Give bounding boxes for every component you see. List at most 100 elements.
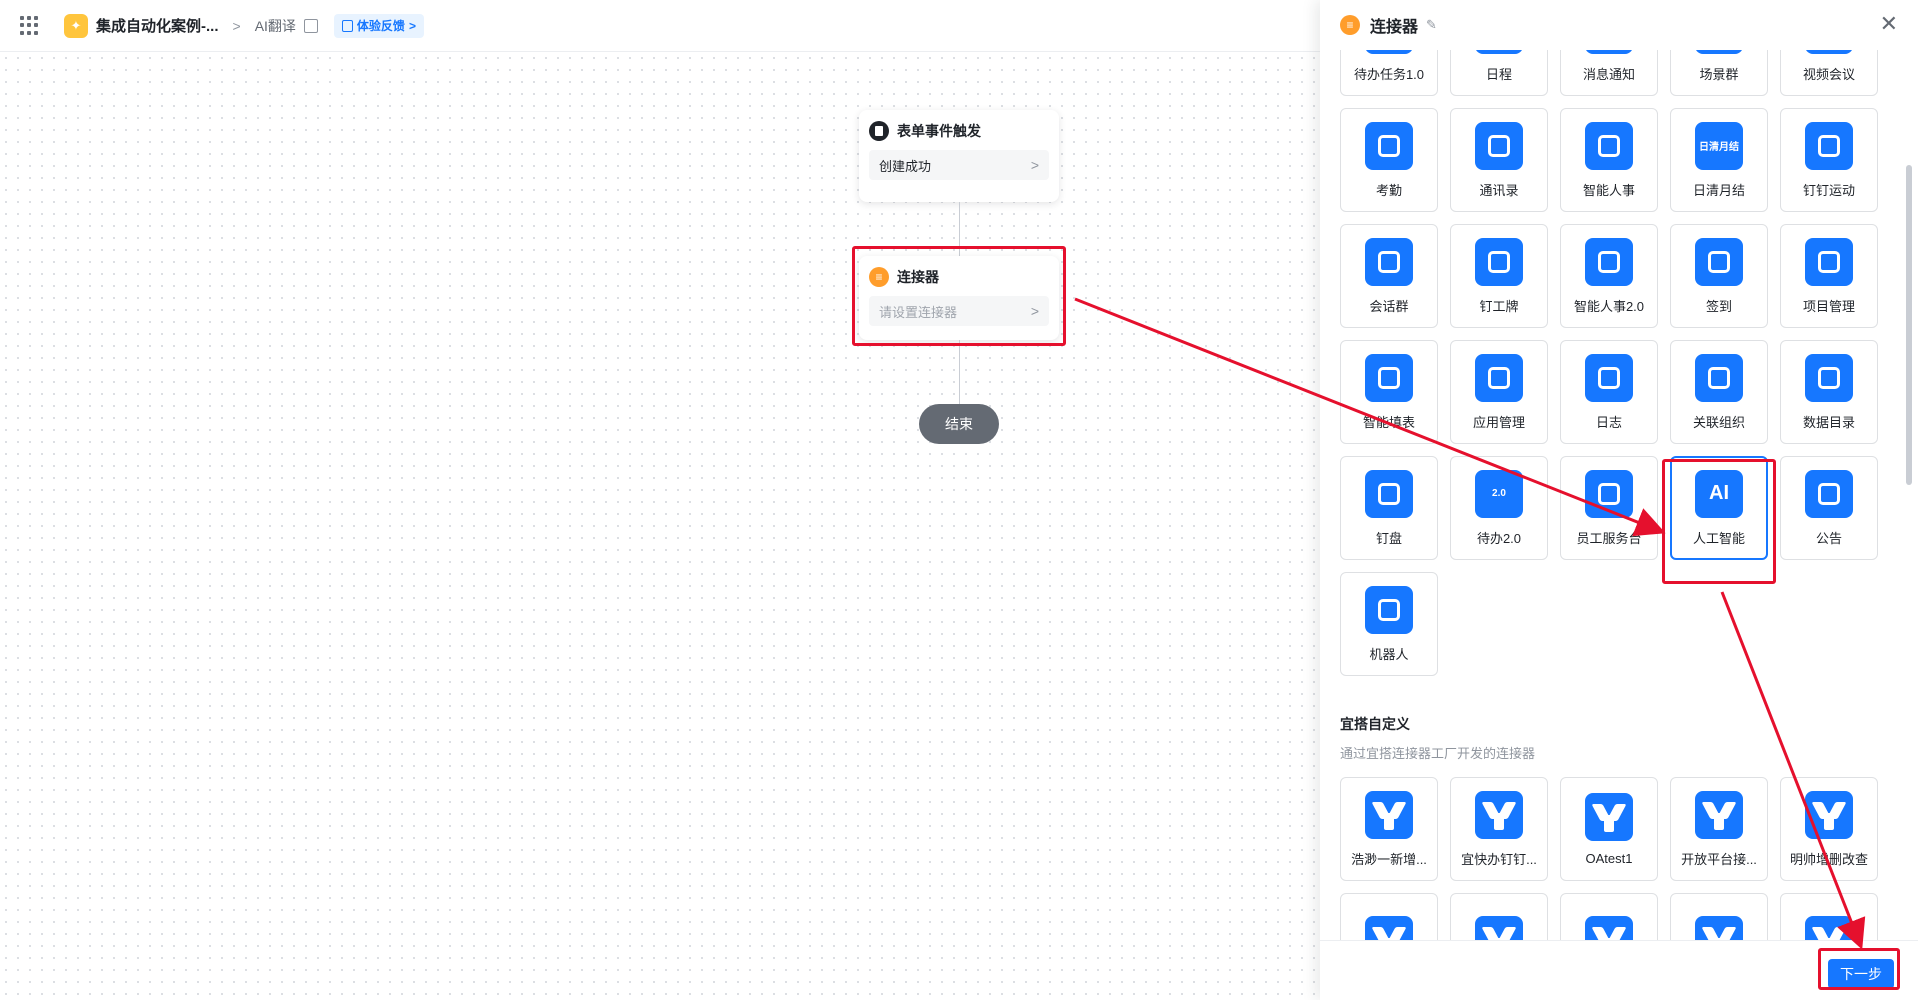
chevron-right-icon: >	[408, 18, 416, 33]
connector-tile-todo[interactable]: 待办任务1.0	[1340, 50, 1438, 96]
connector-tile-label: 待办任务1.0	[1353, 66, 1425, 82]
connector-tile-label: 签到	[1705, 298, 1732, 314]
custom-connector-tile[interactable]	[1670, 893, 1768, 940]
connector-tile-log[interactable]: 日志	[1560, 340, 1658, 444]
connector-panel: ≡ 连接器 ✎ ✕ 待办任务1.0 日程 消息通知 场景群 视频会议 考勤 通讯录 智能人事日…	[1320, 0, 1918, 1000]
connector-tile-label: 日清月结	[1692, 182, 1745, 198]
yida-logo-icon	[1585, 916, 1633, 940]
connector-tile-robot[interactable]: 机器人	[1340, 572, 1438, 676]
edit-icon[interactable]	[303, 18, 318, 33]
connector-tile-data-catalog[interactable]: 数据目录	[1780, 340, 1878, 444]
panel-scrollbar[interactable]	[1906, 165, 1912, 485]
connector-tile-label: 数据目录	[1802, 414, 1855, 430]
app-name[interactable]: 集成自动化案例-...	[96, 15, 219, 36]
connector-tile-announcement[interactable]: 公告	[1780, 456, 1878, 560]
yida-logo-icon	[1805, 790, 1853, 839]
app-grid-icon[interactable]	[20, 15, 40, 36]
custom-connector-tile[interactable]: 浩渺一新增...	[1340, 777, 1438, 881]
connector-tile-label: 日程	[1485, 66, 1512, 82]
connector-tile-attendance[interactable]: 考勤	[1340, 108, 1438, 212]
connector-tile-label: 会话群	[1369, 298, 1409, 314]
trigger-node[interactable]: 表单事件触发 创建成功 >	[859, 110, 1059, 202]
custom-connector-tile[interactable]: 宜快办钉钉...	[1450, 777, 1548, 881]
yida-logo-icon	[1695, 790, 1743, 839]
connector-tile-apps[interactable]: 应用管理	[1450, 340, 1548, 444]
connector-tile-folder[interactable]: 项目管理	[1780, 224, 1878, 328]
feedback-button[interactable]: 体验反馈 >	[333, 13, 424, 38]
badge-icon	[1475, 237, 1523, 286]
connector-node[interactable]: ≡ 连接器 请设置连接器 >	[859, 256, 1059, 340]
custom-connector-tile[interactable]: 开放平台接...	[1670, 777, 1768, 881]
yida-logo-icon	[1695, 916, 1743, 940]
connector-tile-label: 日志	[1595, 414, 1622, 430]
connector-tile-form-fill[interactable]: 智能填表	[1340, 340, 1438, 444]
connector-tile-hr2[interactable]: 智能人事2.0	[1560, 224, 1658, 328]
connector-tile-label: 待办2.0	[1476, 530, 1522, 546]
custom-section-title: 宜搭自定义	[1340, 716, 1410, 732]
panel-header: ≡ 连接器 ✎ ✕	[1320, 0, 1918, 50]
end-node[interactable]: 结束	[919, 404, 999, 444]
trigger-node-title: 表单事件触发	[897, 123, 981, 139]
attendance-icon	[1365, 121, 1413, 170]
custom-connector-tile[interactable]: OAtest1	[1560, 777, 1658, 881]
flow-canvas[interactable]: 表单事件触发 创建成功 > ≡ 连接器 请设置连接器 > 结束	[0, 52, 1320, 1000]
todo2-icon: 2.0	[1475, 469, 1523, 518]
folder-icon	[1805, 237, 1853, 286]
connector-tile-label: 钉钉运动	[1802, 182, 1855, 198]
connector-tile-contacts[interactable]: 通讯录	[1450, 108, 1548, 212]
connector-tile-ai[interactable]: AI 人工智能	[1670, 456, 1768, 560]
connector-tile-group[interactable]: 场景群	[1670, 50, 1768, 96]
connector-tile-label: 浩渺一新增...	[1351, 851, 1427, 867]
connector-tile-label: 通讯录	[1479, 182, 1519, 198]
checkin-icon	[1695, 237, 1743, 286]
app-logo-icon: ✦	[64, 13, 88, 38]
apps-icon	[1475, 353, 1523, 402]
hr2-icon	[1585, 237, 1633, 286]
custom-connector-tile[interactable]: 明帅增删改查	[1780, 777, 1878, 881]
custom-connector-tile[interactable]	[1780, 893, 1878, 940]
connector-tile-label: 宜快办钉钉...	[1461, 851, 1537, 867]
connector-tile-daily[interactable]: 日清月结 日清月结	[1670, 108, 1768, 212]
service-desk-icon	[1585, 469, 1633, 518]
connector-tile-org[interactable]: 关联组织	[1670, 340, 1768, 444]
connector-tile-service-desk[interactable]: 员工服务台	[1560, 456, 1658, 560]
connector-tile-badge[interactable]: 钉工牌	[1450, 224, 1548, 328]
custom-connector-tile[interactable]	[1340, 893, 1438, 940]
connector-tile-label: 钉工牌	[1479, 298, 1519, 314]
org-icon	[1695, 353, 1743, 402]
official-connector-grid: 待办任务1.0 日程 消息通知 场景群 视频会议考勤 通讯录 智能人事 日清月结 日清月结钉钉运…	[1340, 50, 1878, 676]
connector-tile-chat-group[interactable]: 会话群	[1340, 224, 1438, 328]
connector-tile-label: 机器人	[1369, 646, 1409, 662]
contacts-icon	[1475, 121, 1523, 170]
connector-tile-label: 智能人事	[1582, 182, 1635, 198]
connector-icon: ≡	[869, 267, 889, 287]
connector-tile-cloud-drive[interactable]: 钉盘	[1340, 456, 1438, 560]
connector-tile-video[interactable]: 视频会议	[1780, 50, 1878, 96]
video-icon	[1805, 50, 1853, 54]
trigger-node-setting[interactable]: 创建成功 >	[869, 150, 1049, 180]
connector-node-setting[interactable]: 请设置连接器 >	[869, 296, 1049, 326]
custom-connector-tile[interactable]	[1560, 893, 1658, 940]
cloud-drive-icon	[1365, 469, 1413, 518]
hr-icon	[1585, 121, 1633, 170]
yida-logo-icon	[1475, 790, 1523, 839]
connector-tile-label: 项目管理	[1802, 298, 1855, 314]
connector-tile-label: 考勤	[1375, 182, 1402, 198]
connector-tile-label: 关联组织	[1692, 414, 1745, 430]
connector-tile-label: 公告	[1815, 530, 1842, 546]
connector-tile-calendar[interactable]: 日程	[1450, 50, 1548, 96]
message-icon	[1585, 50, 1633, 54]
close-icon[interactable]: ✕	[1880, 13, 1898, 35]
panel-scroll-area[interactable]: 待办任务1.0 日程 消息通知 场景群 视频会议考勤 通讯录 智能人事 日清月结 日清月结钉钉运…	[1320, 50, 1918, 940]
chevron-right-icon: >	[1030, 303, 1039, 319]
custom-connector-tile[interactable]	[1450, 893, 1548, 940]
connector-tile-label: 明帅增删改查	[1789, 851, 1868, 867]
connector-tile-todo2[interactable]: 2.0 待办2.0	[1450, 456, 1548, 560]
sport-icon	[1805, 121, 1853, 170]
connector-tile-hr[interactable]: 智能人事	[1560, 108, 1658, 212]
connector-tile-checkin[interactable]: 签到	[1670, 224, 1768, 328]
pencil-icon[interactable]: ✎	[1426, 17, 1437, 33]
connector-tile-sport[interactable]: 钉钉运动	[1780, 108, 1878, 212]
next-step-button[interactable]: 下一步	[1828, 959, 1894, 989]
connector-tile-message[interactable]: 消息通知	[1560, 50, 1658, 96]
